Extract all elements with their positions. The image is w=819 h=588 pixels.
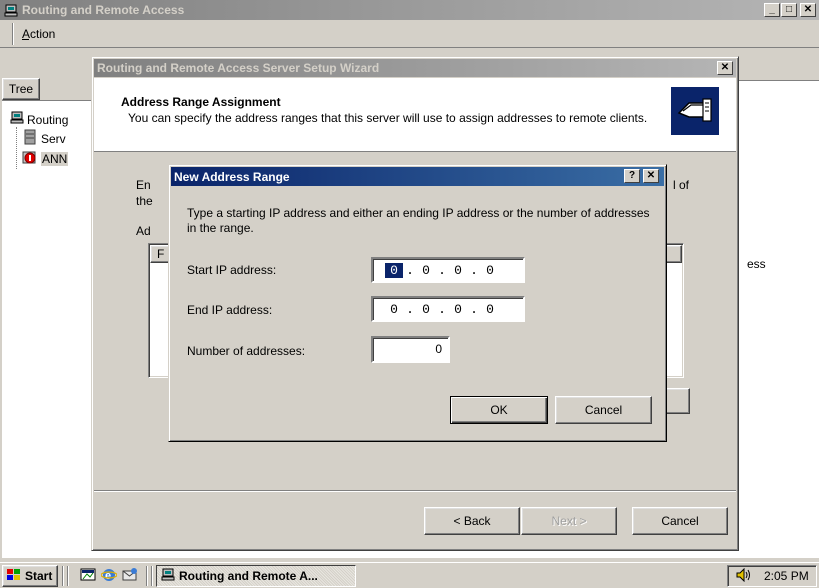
internet-explorer-icon[interactable]: e: [100, 567, 118, 586]
taskbar: Start e Routing and Remote A... 2:05 PM: [0, 562, 819, 588]
wizard-list-label: Ad: [136, 224, 151, 238]
server-icon: [10, 111, 24, 128]
start-ip-octet-3[interactable]: 0: [449, 263, 467, 278]
start-ip-field[interactable]: 0. 0. 0. 0: [371, 257, 525, 283]
tree-item-server-status[interactable]: Serv: [22, 129, 66, 148]
menu-bar: Action: [0, 20, 819, 48]
wizard-subheading: You can specify the address ranges that …: [128, 111, 648, 125]
computer-icon: [4, 4, 18, 17]
menu-grip: [12, 23, 14, 45]
wizard-title: Routing and Remote Access Server Setup W…: [97, 61, 380, 75]
dialog-description: Type a starting IP address and either an…: [187, 206, 650, 235]
minimize-button[interactable]: _: [764, 3, 780, 17]
dialog-title: New Address Range: [174, 169, 290, 184]
server-status-icon: [22, 129, 38, 148]
ip-dot: .: [470, 262, 478, 278]
next-button[interactable]: Next >: [521, 507, 617, 535]
end-ip-field[interactable]: 0. 0. 0. 0: [371, 296, 525, 322]
ok-button[interactable]: OK: [450, 396, 548, 424]
action-menu-underline: [22, 39, 29, 40]
wizard-body-line1-right: l of: [673, 178, 690, 192]
wizard-body-line1-left: En: [136, 178, 151, 192]
dialog-close-button[interactable]: ✕: [643, 169, 659, 183]
tree-item-ann[interactable]: ANN: [22, 149, 69, 168]
details-pane-fragment: ess: [747, 257, 766, 271]
routing-wizard-icon: [671, 87, 719, 135]
start-ip-label: Start IP address:: [187, 263, 277, 277]
wizard-cancel-button[interactable]: Cancel: [632, 507, 728, 535]
end-ip-octet-1[interactable]: 0: [385, 302, 403, 317]
dialog-help-button[interactable]: ?: [624, 169, 640, 183]
taskbar-separator: [151, 566, 153, 586]
wizard-close-button[interactable]: ✕: [717, 61, 733, 75]
count-label: Number of addresses:: [187, 344, 306, 358]
wizard-heading: Address Range Assignment: [121, 95, 281, 109]
outlook-express-icon[interactable]: [122, 567, 138, 586]
ip-dot: .: [438, 301, 446, 317]
back-button[interactable]: < Back: [424, 507, 520, 535]
start-button[interactable]: Start: [2, 565, 58, 587]
ip-dot: .: [406, 262, 414, 278]
taskbar-separator: [67, 566, 69, 586]
start-ip-octet-2[interactable]: 0: [417, 263, 435, 278]
task-button-routing[interactable]: Routing and Remote A...: [156, 565, 356, 587]
end-ip-octet-4[interactable]: 0: [481, 302, 499, 317]
show-desktop-icon[interactable]: [80, 567, 96, 586]
tree-line: [16, 127, 17, 169]
system-tray: 2:05 PM: [727, 565, 817, 587]
main-window-title: Routing and Remote Access: [22, 3, 185, 17]
tree-view[interactable]: Routing Serv ANN: [2, 100, 95, 558]
volume-icon[interactable]: [736, 567, 752, 585]
dialog-cancel-button[interactable]: Cancel: [555, 396, 652, 424]
maximize-button[interactable]: □: [781, 3, 797, 17]
main-window-titlebar[interactable]: Routing and Remote Access: [0, 0, 819, 20]
number-of-addresses-field[interactable]: 0: [371, 336, 450, 363]
action-menu[interactable]: Action: [22, 24, 55, 44]
wizard-body-line2-left: the: [136, 194, 153, 208]
server-stopped-icon: [22, 149, 38, 168]
dialog-titlebar[interactable]: New Address Range: [171, 167, 664, 186]
start-ip-octet-4[interactable]: 0: [481, 263, 499, 278]
ip-dot: .: [406, 301, 414, 317]
ip-dot: .: [470, 301, 478, 317]
routing-task-icon: [161, 568, 175, 584]
end-ip-label: End IP address:: [187, 303, 273, 317]
wizard-divider: [94, 490, 736, 492]
taskbar-separator: [146, 566, 148, 586]
ip-dot: .: [438, 262, 446, 278]
clock[interactable]: 2:05 PM: [764, 569, 809, 583]
tab-tree[interactable]: Tree: [2, 78, 40, 100]
end-ip-octet-3[interactable]: 0: [449, 302, 467, 317]
windows-logo-icon: [6, 568, 22, 585]
tree-pane: Tree Routing Serv ANN: [0, 48, 95, 558]
end-ip-octet-2[interactable]: 0: [417, 302, 435, 317]
tree-item-routing[interactable]: Routing: [10, 111, 68, 128]
wizard-header: Address Range Assignment You can specify…: [94, 78, 736, 152]
wizard-titlebar[interactable]: Routing and Remote Access Server Setup W…: [94, 59, 736, 77]
close-button[interactable]: ✕: [800, 3, 816, 17]
start-ip-octet-1[interactable]: 0: [385, 262, 403, 278]
taskbar-separator: [62, 566, 64, 586]
